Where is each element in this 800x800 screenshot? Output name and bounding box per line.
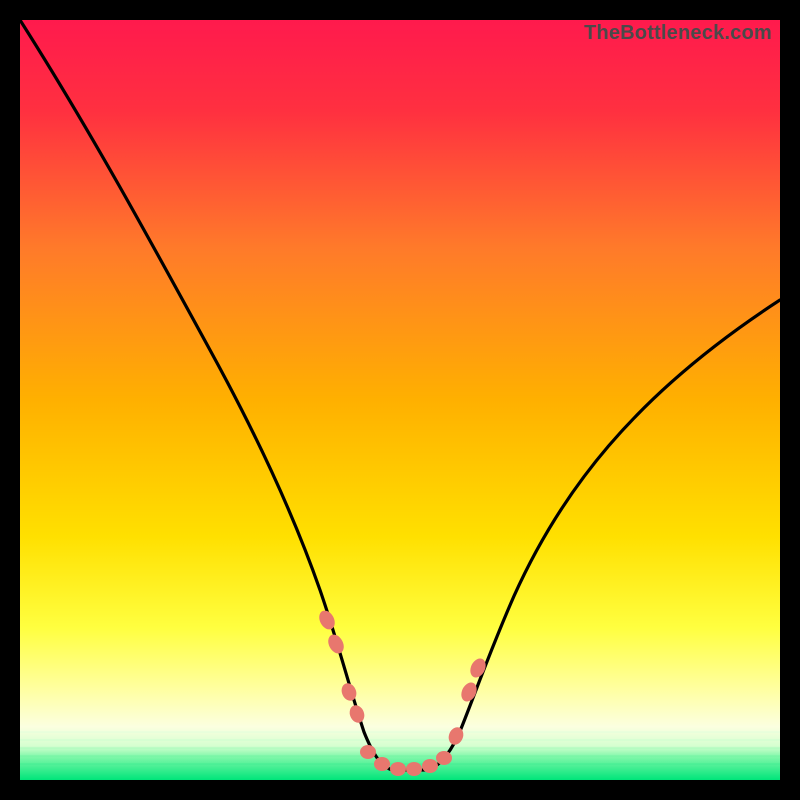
chart-svg: [20, 20, 780, 780]
watermark-text: TheBottleneck.com: [584, 22, 772, 45]
gradient-bg: [20, 20, 780, 780]
outer-frame: TheBottleneck.com: [0, 0, 800, 800]
plot-area: TheBottleneck.com: [20, 20, 780, 780]
